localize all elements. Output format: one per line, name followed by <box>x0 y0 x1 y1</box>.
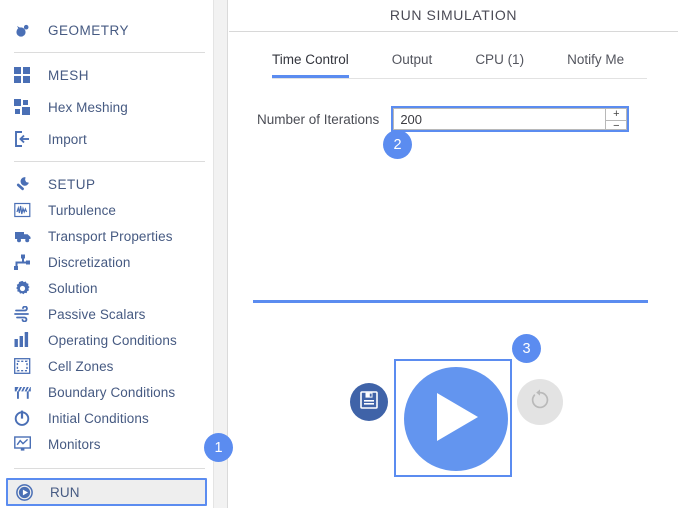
sidebar-item-label: Turbulence <box>48 202 117 218</box>
floppy-disk-save-icon <box>360 390 378 414</box>
sidebar-item-setup[interactable]: SETUP <box>0 171 213 197</box>
sidebar-item-label: Operating Conditions <box>48 332 177 348</box>
power-icon <box>14 408 40 428</box>
sidebar-item-import[interactable]: Import <box>0 126 213 152</box>
tab-cpu[interactable]: CPU (1) <box>475 52 524 78</box>
sidebar-group-setup: SETUP Turbulence Transport Properties Di… <box>0 171 213 457</box>
sidebar-item-label: GEOMETRY <box>48 22 130 38</box>
sidebar-item-label: Discretization <box>48 254 131 270</box>
sidebar-divider <box>14 161 205 162</box>
sidebar-divider <box>14 52 205 53</box>
sidebar-item-transport-properties[interactable]: Transport Properties <box>0 223 213 249</box>
sidebar-item-label: RUN <box>50 484 80 500</box>
geometry-icon <box>14 20 40 40</box>
sidebar-item-label: Solution <box>48 280 98 296</box>
barrier-icon <box>14 382 40 402</box>
sidebar-group-run: RUN <box>0 478 213 506</box>
turbulence-waveform-icon <box>14 200 40 220</box>
sidebar-divider <box>14 468 205 469</box>
play-circle-icon <box>16 482 42 502</box>
sidebar-group-mesh: MESH Hex Meshing Import <box>0 62 213 152</box>
tab-notify-me[interactable]: Notify Me <box>567 52 624 78</box>
gear-icon <box>14 278 40 298</box>
actions-divider <box>253 300 648 303</box>
truck-icon <box>14 226 40 246</box>
tab-output[interactable]: Output <box>392 52 433 78</box>
iterations-field-row: Number of Iterations 200 + − <box>229 106 678 132</box>
sidebar-item-passive-scalars[interactable]: Passive Scalars <box>0 301 213 327</box>
mesh-grid-icon <box>14 65 40 85</box>
sidebar-item-label: Passive Scalars <box>48 306 146 322</box>
application-window: GEOMETRY MESH Hex Meshing Import SETUP T… <box>0 0 678 508</box>
sidebar-item-label: Cell Zones <box>48 358 114 374</box>
sidebar-item-boundary-conditions[interactable]: Boundary Conditions <box>0 379 213 405</box>
sidebar-item-mesh[interactable]: MESH <box>0 62 213 88</box>
sidebar-item-monitors[interactable]: Monitors <box>0 431 213 457</box>
discretization-step-icon <box>14 252 40 272</box>
sidebar-item-label: Hex Meshing <box>48 99 128 115</box>
sidebar-item-initial-conditions[interactable]: Initial Conditions <box>0 405 213 431</box>
sidebar-scrollbar[interactable] <box>213 0 228 508</box>
main-panel: RUN SIMULATION Time Control Output CPU (… <box>229 0 678 508</box>
tab-bar-divider <box>272 78 647 79</box>
reset-refresh-icon <box>529 388 551 416</box>
wind-icon <box>14 304 40 324</box>
sidebar-item-geometry[interactable]: GEOMETRY <box>0 17 213 43</box>
page-title: RUN SIMULATION <box>389 7 518 23</box>
sidebar-item-label: Boundary Conditions <box>48 384 176 400</box>
sidebar-item-solution[interactable]: Solution <box>0 275 213 301</box>
save-button[interactable] <box>350 383 388 421</box>
sidebar-item-label: SETUP <box>48 176 96 192</box>
sidebar-item-turbulence[interactable]: Turbulence <box>0 197 213 223</box>
sidebar-item-label: Import <box>48 131 87 147</box>
sidebar-group-geometry: GEOMETRY <box>0 0 213 43</box>
tab-time-control[interactable]: Time Control <box>272 52 349 78</box>
sidebar-item-label: Initial Conditions <box>48 410 149 426</box>
sidebar-item-operating-conditions[interactable]: Operating Conditions <box>0 327 213 353</box>
sidebar-item-discretization[interactable]: Discretization <box>0 249 213 275</box>
hex-mesh-icon <box>14 97 40 117</box>
dashed-square-icon <box>14 356 40 376</box>
spinner-decrement-button[interactable]: − <box>606 121 626 132</box>
tab-bar: Time Control Output CPU (1) Notify Me <box>229 52 678 78</box>
play-triangle-icon <box>431 390 481 449</box>
action-button-bar <box>229 355 678 480</box>
iterations-stepper[interactable]: 200 + − <box>391 106 630 132</box>
run-button-highlight-box <box>394 359 512 477</box>
step-badge-3: 3 <box>512 334 541 363</box>
sidebar-item-run[interactable]: RUN <box>6 478 207 506</box>
sidebar-item-cell-zones[interactable]: Cell Zones <box>0 353 213 379</box>
reset-button[interactable] <box>517 379 563 425</box>
import-icon <box>14 129 40 149</box>
sidebar-item-label: MESH <box>48 67 90 83</box>
monitor-chart-icon <box>14 434 40 454</box>
step-badge-2: 2 <box>383 130 412 159</box>
iterations-spinner: + − <box>605 108 628 132</box>
sidebar-item-hex-meshing[interactable]: Hex Meshing <box>0 94 213 120</box>
sidebar-item-label: Monitors <box>48 436 101 452</box>
title-divider <box>229 31 678 32</box>
sidebar-item-label: Transport Properties <box>48 228 173 244</box>
step-badge-1: 1 <box>204 433 233 462</box>
bar-chart-icon <box>14 330 40 350</box>
wrench-icon <box>14 174 40 194</box>
sidebar-navigation: GEOMETRY MESH Hex Meshing Import SETUP T… <box>0 0 213 508</box>
run-play-button[interactable] <box>404 367 508 471</box>
iterations-input[interactable]: 200 <box>393 108 606 130</box>
iterations-label: Number of Iterations <box>257 111 380 127</box>
